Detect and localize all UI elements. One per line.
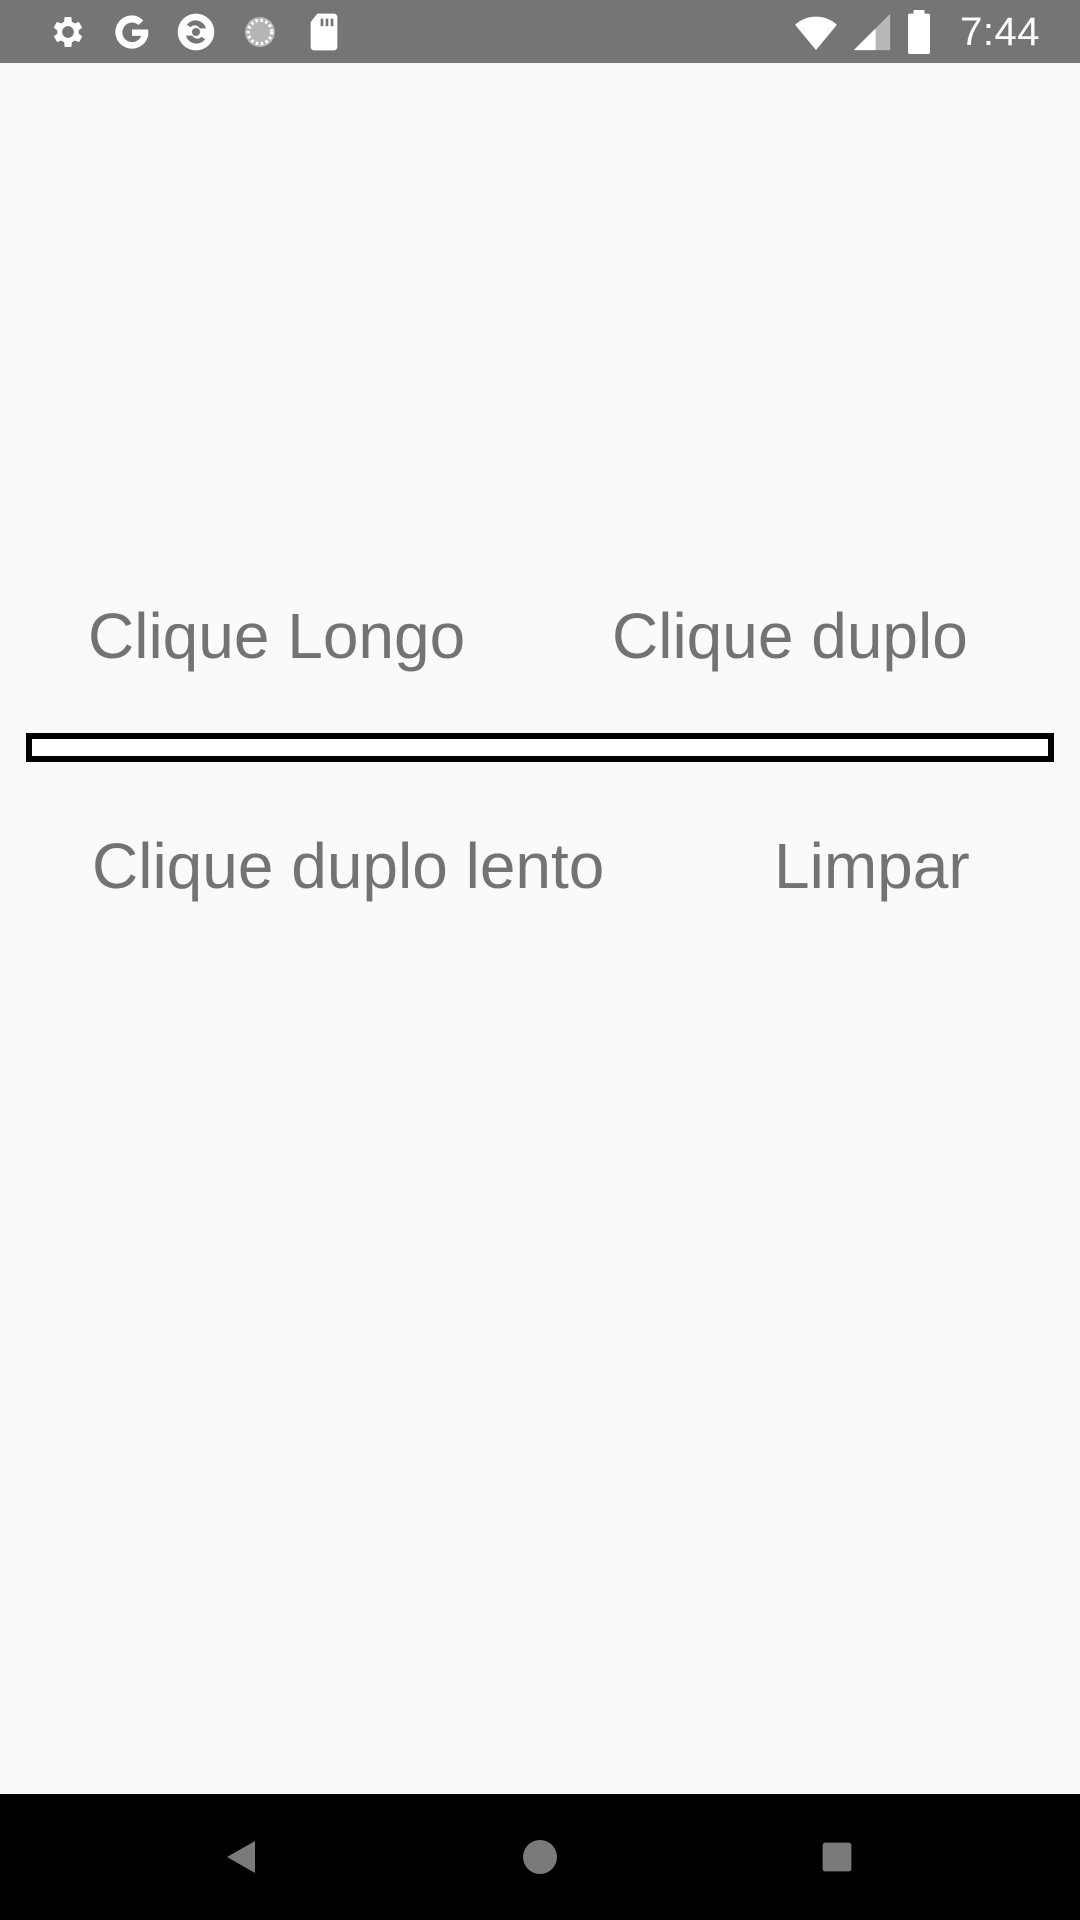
navigation-bar [0, 1794, 1080, 1920]
status-bar: 7:44 [0, 0, 1080, 63]
system-icons: 7:44 [794, 8, 1040, 56]
battery-icon [906, 10, 932, 54]
cell-signal-icon [852, 10, 892, 54]
main-content: Clique Longo Clique duplo Clique duplo l… [0, 63, 1080, 1794]
sd-card-icon [302, 10, 346, 54]
notification-icons [46, 10, 346, 54]
clock: 7:44 [960, 9, 1040, 54]
settings-icon [46, 10, 90, 54]
screen: 7:44 Clique Longo Clique duplo Clique du… [0, 0, 1080, 1920]
back-icon [227, 1841, 255, 1873]
google-icon [110, 10, 154, 54]
home-icon [523, 1840, 557, 1874]
home-button[interactable] [507, 1824, 573, 1890]
clear-button[interactable]: Limpar [774, 834, 970, 898]
slow-double-click-button[interactable]: Clique duplo lento [92, 834, 604, 898]
long-click-button[interactable]: Clique Longo [88, 604, 465, 668]
loading-icon [238, 10, 282, 54]
app-sync-icon [174, 10, 218, 54]
recents-icon [822, 1842, 852, 1872]
recents-button[interactable] [804, 1824, 870, 1890]
double-click-button[interactable]: Clique duplo [612, 604, 968, 668]
back-button[interactable] [208, 1824, 274, 1890]
wifi-icon [794, 10, 838, 54]
output-text-box [26, 733, 1054, 762]
